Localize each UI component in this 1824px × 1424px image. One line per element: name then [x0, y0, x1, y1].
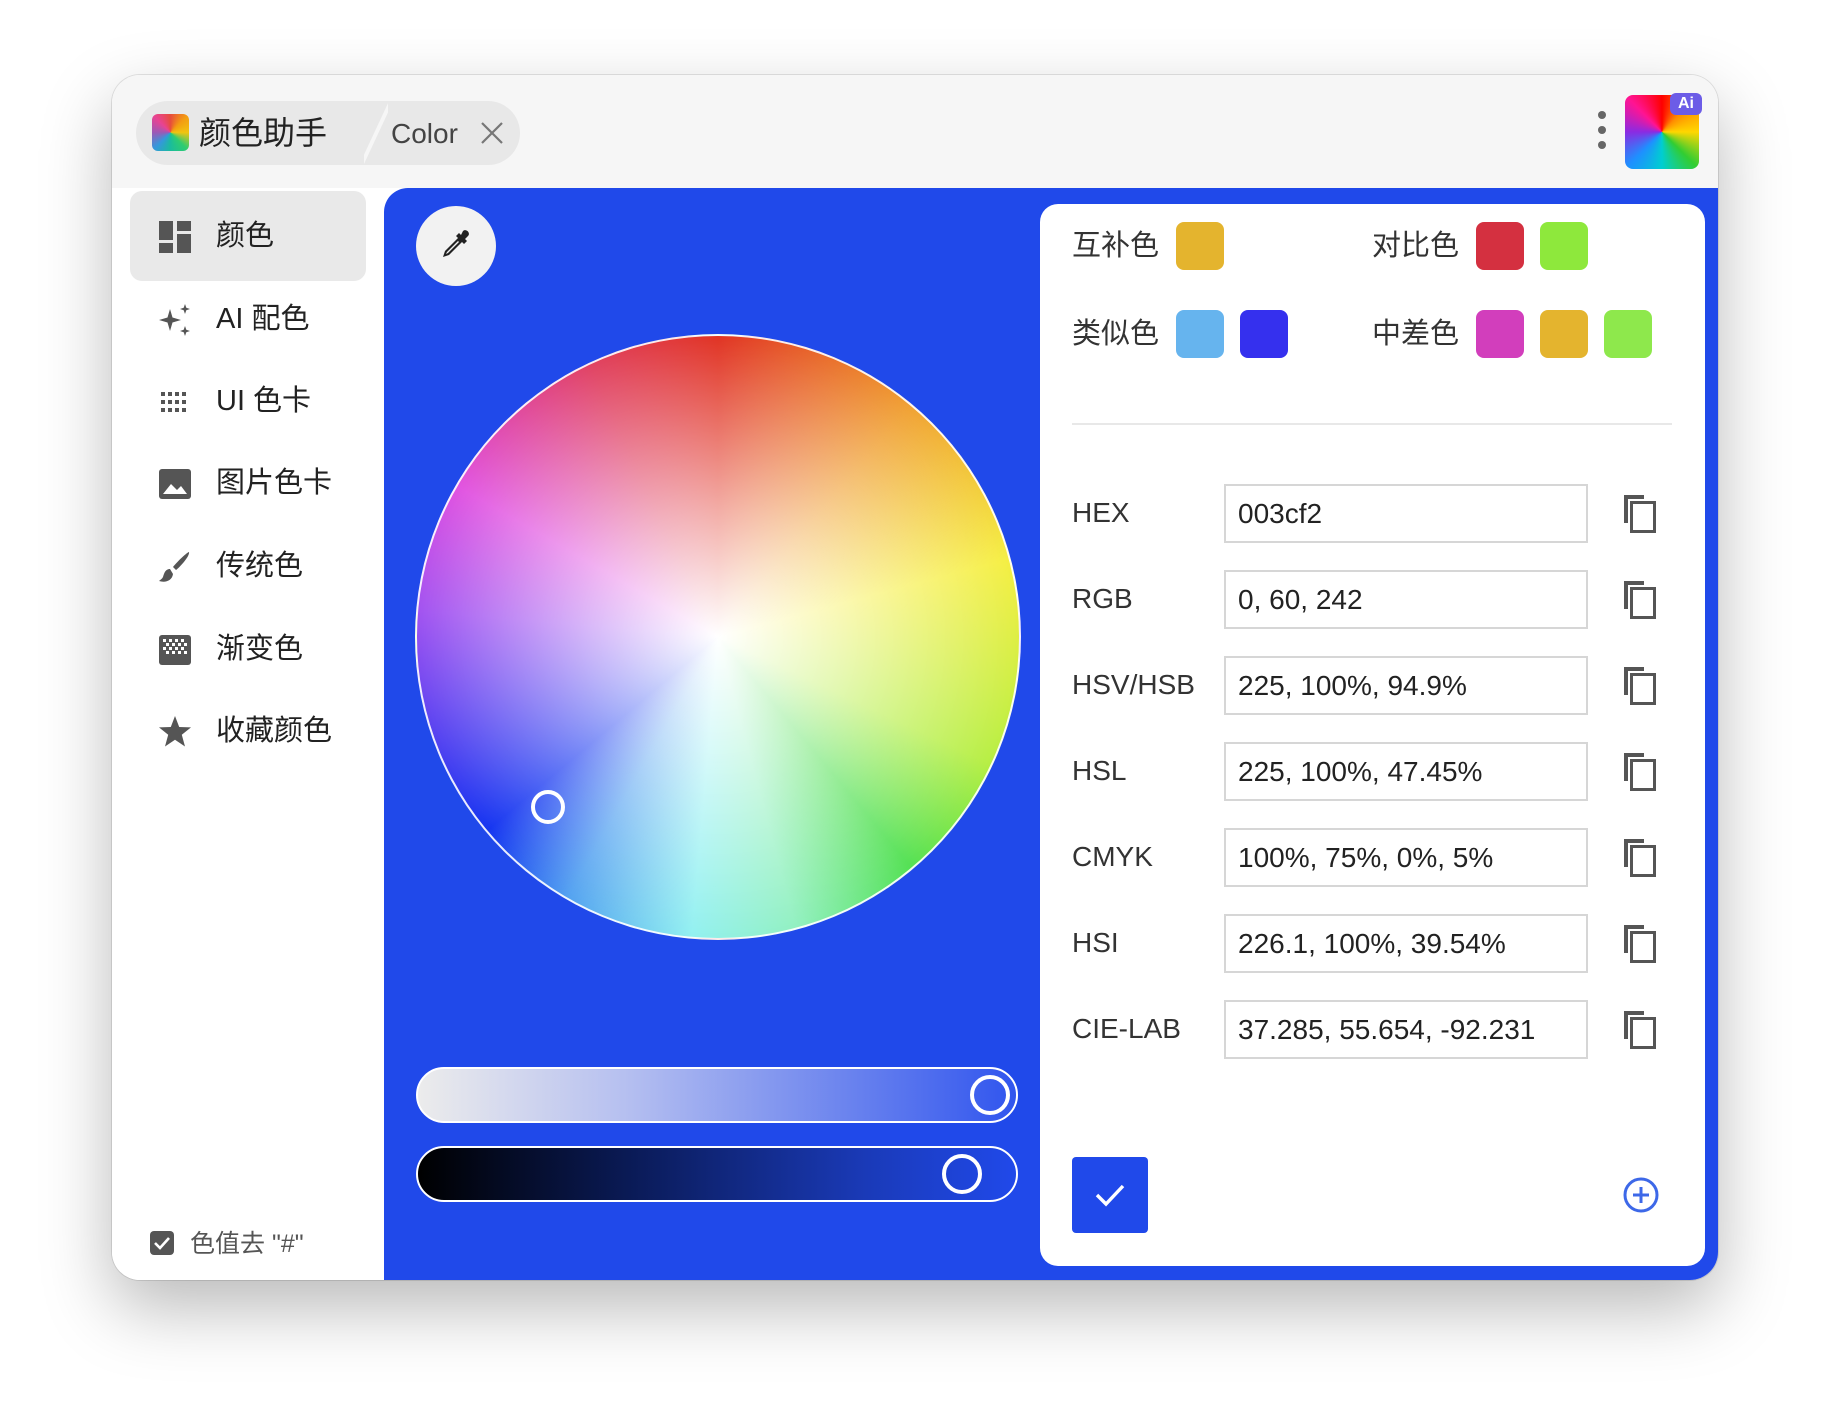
divider: [1072, 423, 1672, 425]
add-favorite-icon[interactable]: [1622, 1176, 1660, 1214]
dashboard-icon: [159, 221, 191, 253]
brush-icon: [159, 552, 190, 582]
sidebar-item-image-palette[interactable]: 图片色卡: [130, 438, 366, 528]
close-icon[interactable]: [476, 117, 508, 149]
format-value-input[interactable]: [1224, 914, 1588, 973]
sidebar-item-favorites[interactable]: 收藏颜色: [130, 686, 366, 776]
copy-icon[interactable]: [1618, 491, 1660, 535]
split-swatch[interactable]: [1540, 310, 1588, 358]
tab-label: Color: [391, 118, 458, 149]
more-menu-icon[interactable]: [1596, 111, 1608, 155]
contrast-swatch[interactable]: [1540, 222, 1588, 270]
copy-icon[interactable]: [1618, 835, 1660, 879]
brightness-slider[interactable]: [416, 1146, 1018, 1202]
copy-icon[interactable]: [1618, 921, 1660, 965]
tab-separator: [364, 101, 388, 165]
split-swatch[interactable]: [1476, 310, 1524, 358]
title-bar: 颜色助手 Color Ai: [112, 75, 1718, 188]
contrast-swatch[interactable]: [1476, 222, 1524, 270]
complementary-swatch[interactable]: [1176, 222, 1224, 270]
format-value-input[interactable]: [1224, 1000, 1588, 1059]
color-picker-area: 互补色 对比色 类似色 中差色 HEX RGB HSV/HSB HSL CMYK HSI C…: [384, 188, 1718, 1280]
color-wheel[interactable]: [415, 334, 1021, 940]
copy-icon[interactable]: [1618, 663, 1660, 707]
sidebar-item-label: 颜色: [216, 220, 275, 252]
check-icon: [1095, 1184, 1125, 1207]
sidebar-item-label: UI 色卡: [216, 385, 312, 417]
confirm-button[interactable]: [1072, 1157, 1148, 1233]
format-label: HSV/HSB: [1072, 669, 1195, 700]
copy-icon[interactable]: [1618, 749, 1660, 793]
copy-icon[interactable]: [1618, 1007, 1660, 1051]
app-name: 颜色助手: [199, 115, 328, 151]
sidebar-item-ai-palette[interactable]: AI 配色: [130, 274, 366, 364]
sidebar-item-traditional-colors[interactable]: 传统色: [130, 521, 366, 611]
sidebar-item-label: AI 配色: [216, 303, 310, 335]
sidebar-item-label: 渐变色: [216, 633, 304, 665]
format-value-input[interactable]: [1224, 484, 1588, 543]
saturation-slider[interactable]: [416, 1067, 1018, 1123]
sidebar-item-label: 收藏颜色: [216, 715, 333, 747]
saturation-slider-handle[interactable]: [970, 1075, 1010, 1115]
strip-hash-label: 色值去 "#": [190, 1230, 304, 1258]
image-icon: [159, 469, 191, 499]
analogous-swatch[interactable]: [1176, 310, 1224, 358]
analogous-label: 类似色: [1072, 318, 1160, 350]
analogous-swatch[interactable]: [1240, 310, 1288, 358]
sidebar: 颜色 AI 配色 UI 色卡 图片色卡 传统色 渐变色 收藏颜色 色值去 "#": [112, 188, 384, 1280]
format-value-input[interactable]: [1224, 828, 1588, 887]
format-value-input[interactable]: [1224, 656, 1588, 715]
color-wheel-handle[interactable]: [530, 790, 565, 825]
sparkle-icon: [159, 304, 190, 336]
copy-icon[interactable]: [1618, 577, 1660, 621]
app-window: 颜色助手 Color Ai 颜色 AI 配色 UI 色卡 图片色卡 传统色 渐变…: [112, 75, 1718, 1280]
sidebar-item-gradients[interactable]: 渐变色: [130, 604, 366, 694]
format-label: CMYK: [1072, 841, 1153, 872]
grid-dots-icon: [161, 392, 186, 412]
sidebar-item-label: 图片色卡: [216, 467, 333, 499]
app-tab[interactable]: 颜色助手 Color: [136, 101, 520, 165]
format-label: HEX: [1072, 497, 1130, 528]
sidebar-item-label: 传统色: [216, 550, 304, 582]
complementary-label: 互补色: [1072, 230, 1160, 262]
format-label: HSI: [1072, 927, 1119, 958]
format-label: HSL: [1072, 755, 1127, 786]
ai-badge: Ai: [1670, 93, 1702, 115]
strip-hash-checkbox[interactable]: [150, 1231, 174, 1255]
brightness-slider-handle[interactable]: [942, 1154, 983, 1194]
format-value-input[interactable]: [1224, 742, 1588, 801]
check-icon: [154, 1237, 170, 1250]
eyedropper-button[interactable]: [416, 206, 496, 286]
split-label: 中差色: [1372, 318, 1460, 350]
star-icon: [159, 716, 191, 747]
format-value-input[interactable]: [1224, 570, 1588, 629]
app-logo-icon: [152, 114, 189, 151]
split-swatch[interactable]: [1604, 310, 1652, 358]
format-label: RGB: [1072, 583, 1133, 614]
gradient-icon: [159, 635, 191, 665]
eyedropper-icon: [443, 230, 469, 257]
sidebar-item-color[interactable]: 颜色: [130, 191, 366, 281]
contrast-label: 对比色: [1372, 230, 1460, 262]
color-info-panel: 互补色 对比色 类似色 中差色 HEX RGB HSV/HSB HSL CMYK HSI C…: [1040, 204, 1705, 1266]
format-label: CIE-LAB: [1072, 1013, 1181, 1044]
sidebar-item-ui-palette[interactable]: UI 色卡: [130, 356, 366, 446]
